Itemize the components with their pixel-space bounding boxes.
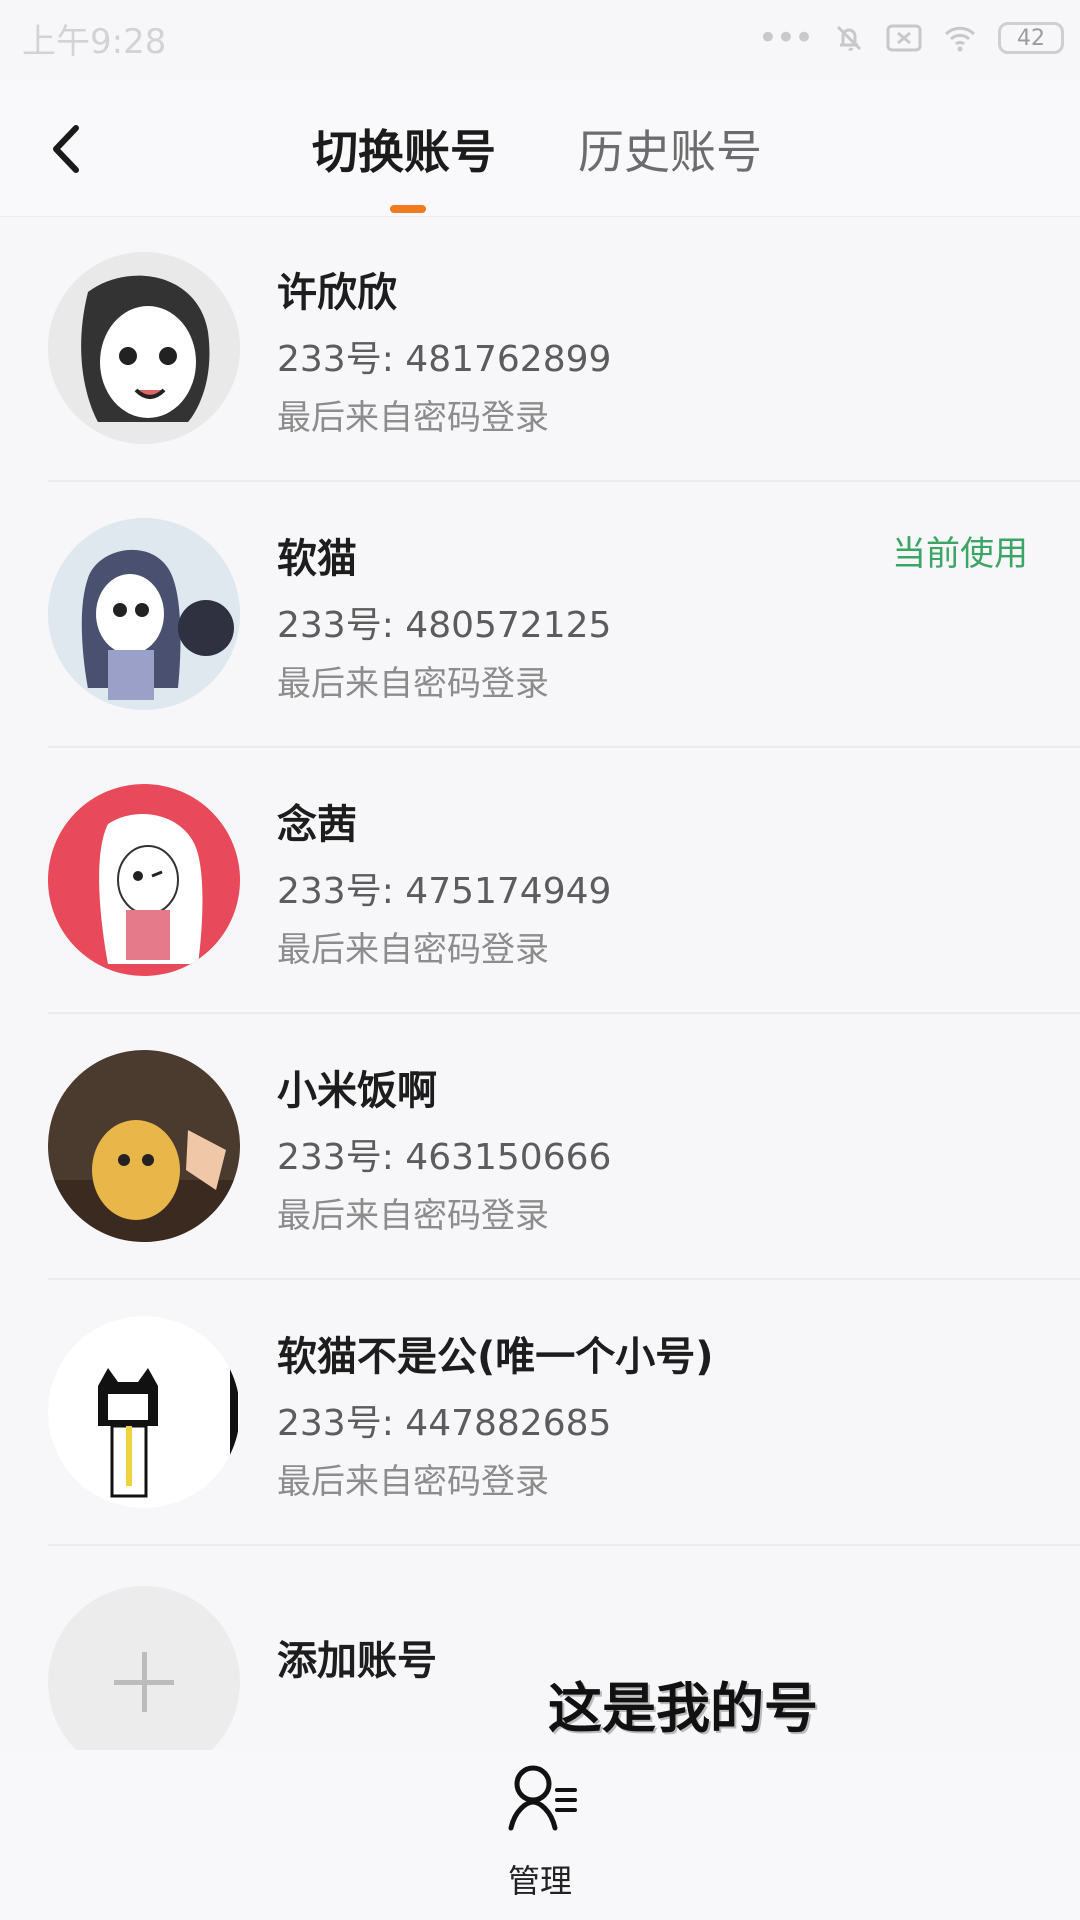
login-method: 最后来自密码登录 <box>277 930 549 970</box>
battery-icon: 42 <box>998 22 1064 54</box>
avatar <box>48 518 240 710</box>
avatar <box>48 1050 240 1242</box>
account-name: 念茜 <box>277 802 357 848</box>
account-number: 233号: 475174949 <box>277 871 612 912</box>
status-bar: 上午9:28 ••• 42 <box>0 0 1080 80</box>
account-name: 许欣欣 <box>277 270 397 316</box>
overlay-caption: 这是我的号 <box>548 1677 818 1740</box>
account-number: 233号: 481762899 <box>277 339 612 380</box>
tab-indicator <box>390 205 426 213</box>
account-list: 许欣欣 233号: 481762899 最后来自密码登录 软猫 当前使用 233… <box>0 216 1080 1778</box>
account-number: 233号: 447882685 <box>277 1403 612 1444</box>
account-name: 软猫不是公(唯一个小号) <box>277 1334 714 1380</box>
back-button[interactable] <box>40 114 100 184</box>
account-name: 小米饭啊 <box>277 1068 437 1114</box>
mute-bell-icon <box>836 25 862 51</box>
account-number: 233号: 480572125 <box>277 605 612 646</box>
account-row[interactable]: 念茜 233号: 475174949 最后来自密码登录 <box>0 748 1080 1014</box>
tab-history-account[interactable]: 历史账号 <box>578 116 762 182</box>
sim-off-icon <box>886 24 922 52</box>
user-manage-icon <box>508 1765 577 1831</box>
account-name: 软猫 <box>277 536 357 582</box>
bottom-bar: 管理 <box>0 1750 1080 1920</box>
battery-level: 42 <box>1017 25 1045 51</box>
login-method: 最后来自密码登录 <box>277 1196 549 1236</box>
avatar <box>48 1316 240 1508</box>
login-method: 最后来自密码登录 <box>277 664 549 704</box>
status-time: 上午9:28 <box>22 22 167 62</box>
login-method: 最后来自密码登录 <box>277 398 549 438</box>
chevron-left-icon <box>53 125 79 173</box>
login-method: 最后来自密码登录 <box>277 1462 549 1502</box>
header: 切换账号 历史账号 <box>0 80 1080 217</box>
tab-switch-account[interactable]: 切换账号 <box>312 116 496 182</box>
manage-label: 管理 <box>508 1862 573 1900</box>
avatar <box>48 784 240 976</box>
wifi-icon <box>944 26 976 52</box>
status-icons: ••• 42 <box>758 18 1064 58</box>
account-row[interactable]: 软猫 当前使用 233号: 480572125 最后来自密码登录 <box>0 482 1080 748</box>
account-number: 233号: 463150666 <box>277 1137 612 1178</box>
account-row[interactable]: 小米饭啊 233号: 463150666 最后来自密码登录 <box>0 1014 1080 1280</box>
more-icon: ••• <box>757 18 814 58</box>
add-account-row[interactable]: 添加账号 <box>0 1546 1080 1778</box>
avatar <box>48 252 240 444</box>
add-account-label: 添加账号 <box>277 1638 437 1684</box>
manage-button[interactable] <box>505 1756 585 1850</box>
account-row[interactable]: 许欣欣 233号: 481762899 最后来自密码登录 <box>0 216 1080 482</box>
account-row[interactable]: 软猫不是公(唯一个小号) 233号: 447882685 最后来自密码登录 <box>0 1280 1080 1546</box>
current-use-badge: 当前使用 <box>892 534 1028 574</box>
